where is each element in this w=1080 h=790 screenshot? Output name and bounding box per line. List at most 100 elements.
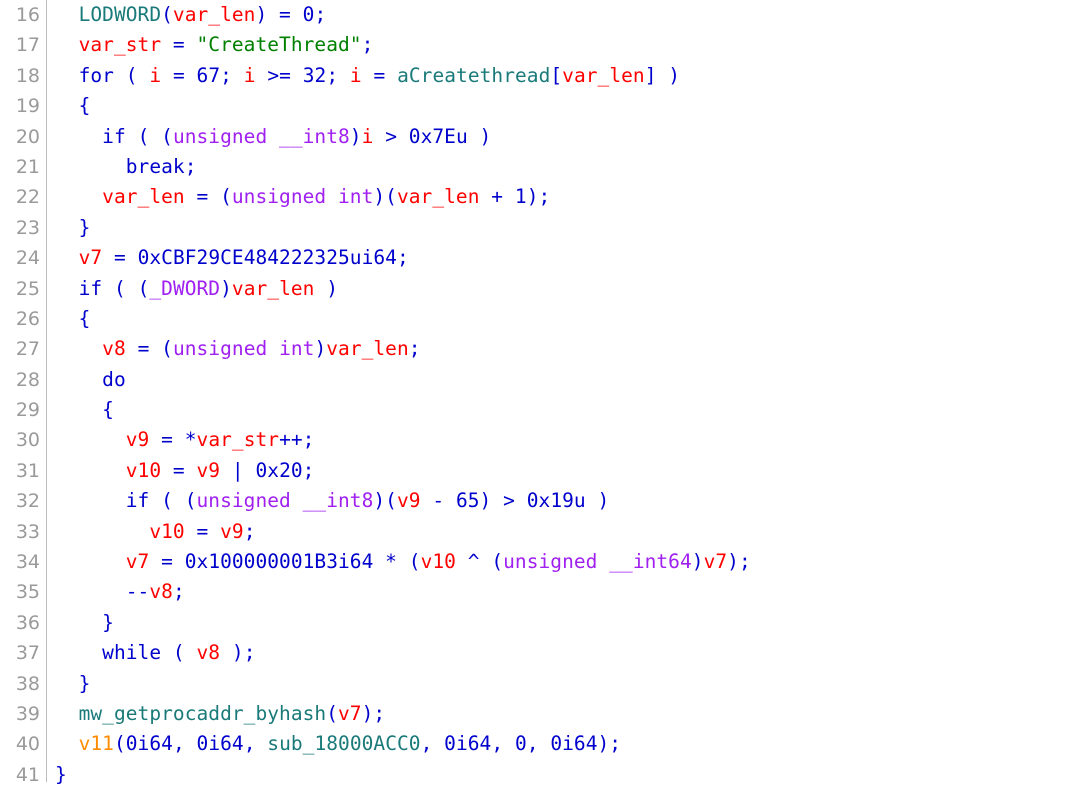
code-line[interactable]: 35 --v8; xyxy=(0,577,1080,607)
code-line-text[interactable]: v7 = 0xCBF29CE484222325ui64; xyxy=(44,243,409,273)
token-punct: ( ( xyxy=(161,489,197,513)
token-punct: ( xyxy=(161,3,173,26)
line-number: 29 xyxy=(15,399,40,422)
code-line-text[interactable]: } xyxy=(44,608,114,638)
token-var: v7 xyxy=(125,550,150,574)
line-number: 24 xyxy=(15,247,40,270)
code-line[interactable]: 24 v7 = 0xCBF29CE484222325ui64; xyxy=(0,243,1080,273)
code-line-text[interactable]: --v8; xyxy=(44,577,185,607)
code-line-text[interactable]: v11(0i64, 0i64, sub_18000ACC0, 0i64, 0, … xyxy=(44,729,621,759)
code-line[interactable]: 22 var_len = (unsigned int)(var_len + 1)… xyxy=(0,182,1080,212)
code-line-text[interactable]: v9 = *var_str++; xyxy=(44,425,315,455)
code-line-text[interactable]: var_len = (unsigned int)(var_len + 1); xyxy=(44,182,550,212)
code-line[interactable]: 19 { xyxy=(0,91,1080,121)
token-punct: ) xyxy=(220,276,232,300)
token-kw: do xyxy=(102,367,126,391)
line-number: 36 xyxy=(15,611,40,634)
code-line-text[interactable]: if ( (unsigned __int8)(v9 - 65) > 0x19u … xyxy=(44,486,609,516)
code-line-text[interactable]: v8 = (unsigned int)var_len; xyxy=(44,334,421,364)
token-punct: ) xyxy=(479,489,492,513)
code-line-text[interactable]: { xyxy=(44,91,91,121)
code-line[interactable]: 33 v10 = v9; xyxy=(0,517,1080,547)
code-line[interactable]: 23 } xyxy=(0,213,1080,243)
line-number: 26 xyxy=(15,307,40,330)
code-line[interactable]: 26 { xyxy=(0,304,1080,334)
code-line[interactable]: 31 v10 = v9 | 0x20; xyxy=(0,456,1080,486)
token-var: var_len xyxy=(562,63,645,87)
code-line[interactable]: 21 break; xyxy=(0,152,1080,182)
token-var: var_str xyxy=(196,428,280,452)
code-line[interactable]: 20 if ( (unsigned __int8)i > 0x7Eu ) xyxy=(0,122,1080,152)
token-var: v9 xyxy=(196,458,221,482)
token-punct: , xyxy=(526,732,551,756)
code-line-text[interactable]: mw_getprocaddr_byhash(v7); xyxy=(44,699,386,729)
code-line[interactable]: 39 mw_getprocaddr_byhash(v7); xyxy=(0,699,1080,729)
code-line-text[interactable]: v7 = 0x100000001B3i64 * (v10 ^ (unsigned… xyxy=(44,547,751,577)
token-punct: ) xyxy=(349,124,362,148)
code-line-text[interactable]: } xyxy=(44,669,91,699)
code-line-text[interactable]: LODWORD(var_len) = 0; xyxy=(44,0,327,30)
token-punct: + xyxy=(491,185,504,209)
code-line[interactable]: 16 LODWORD(var_len) = 0; xyxy=(0,0,1080,30)
token-punct: ( xyxy=(326,701,338,725)
code-line-text[interactable]: { xyxy=(44,304,91,334)
code-line[interactable]: 37 while ( v8 ); xyxy=(0,638,1080,668)
code-line-text[interactable]: { xyxy=(44,395,114,425)
code-line[interactable]: 38 } xyxy=(0,669,1080,699)
token-var: v8 xyxy=(196,641,221,665)
token-punct: = xyxy=(196,185,209,209)
line-number: 19 xyxy=(15,95,40,118)
code-line[interactable]: 29 { xyxy=(0,395,1080,425)
code-line[interactable]: 17 var_str = "CreateThread"; xyxy=(0,30,1080,60)
code-line-text[interactable]: if ( (_DWORD)var_len ) xyxy=(44,274,338,304)
code-line[interactable]: 36 } xyxy=(0,608,1080,638)
token-kw: for xyxy=(78,63,114,87)
code-line[interactable]: 40 v11(0i64, 0i64, sub_18000ACC0, 0i64, … xyxy=(0,729,1080,759)
token-kw: break xyxy=(125,154,185,178)
token-punct: { xyxy=(78,306,91,330)
code-line-text[interactable]: if ( (unsigned __int8)i > 0x7Eu ) xyxy=(44,122,491,152)
code-line[interactable]: 41} xyxy=(0,760,1080,790)
token-punct: ( xyxy=(113,732,126,756)
token-num: 0i64 xyxy=(550,732,598,756)
code-line-text[interactable]: break; xyxy=(44,152,197,182)
code-line[interactable]: 32 if ( (unsigned __int8)(v9 - 65) > 0x1… xyxy=(0,486,1080,516)
code-line[interactable]: 34 v7 = 0x100000001B3i64 * (v10 ^ (unsig… xyxy=(0,547,1080,577)
token-kw: while xyxy=(102,641,162,665)
code-line-text[interactable]: v10 = v9 | 0x20; xyxy=(44,456,315,486)
token-punct: = xyxy=(137,337,150,361)
pseudocode-editor[interactable]: 16 LODWORD(var_len) = 0; 17 var_str = "Cr… xyxy=(0,0,1080,790)
code-line-text[interactable]: for ( i = 67; i >= 32; i = aCreatethread… xyxy=(44,61,680,91)
token-num: 1 xyxy=(514,185,527,209)
code-line[interactable]: 25 if ( (_DWORD)var_len ) xyxy=(0,274,1080,304)
code-line-text[interactable]: do xyxy=(44,365,126,395)
token-punct: ; xyxy=(326,63,350,87)
token-punct: > xyxy=(385,124,397,148)
token-str: "CreateThread" xyxy=(196,33,362,57)
code-line[interactable]: 18 for ( i = 67; i >= 32; i = aCreatethr… xyxy=(0,61,1080,91)
token-punct: } xyxy=(78,671,91,695)
code-line-list[interactable]: 16 LODWORD(var_len) = 0; 17 var_str = "Cr… xyxy=(0,0,1080,790)
token-punct: } xyxy=(102,610,114,634)
code-line-text[interactable]: while ( v8 ); xyxy=(44,638,255,668)
code-line[interactable]: 27 v8 = (unsigned int)var_len; xyxy=(0,334,1080,364)
code-line-text[interactable]: } xyxy=(44,213,91,243)
code-line-text[interactable]: var_str = "CreateThread"; xyxy=(44,30,374,60)
code-line[interactable]: 28 do xyxy=(0,365,1080,395)
code-line-text[interactable]: v10 = v9; xyxy=(44,517,255,547)
code-line[interactable]: 30 v9 = *var_str++; xyxy=(0,425,1080,455)
line-number: 38 xyxy=(15,672,40,695)
code-line-text[interactable]: } xyxy=(44,760,67,790)
